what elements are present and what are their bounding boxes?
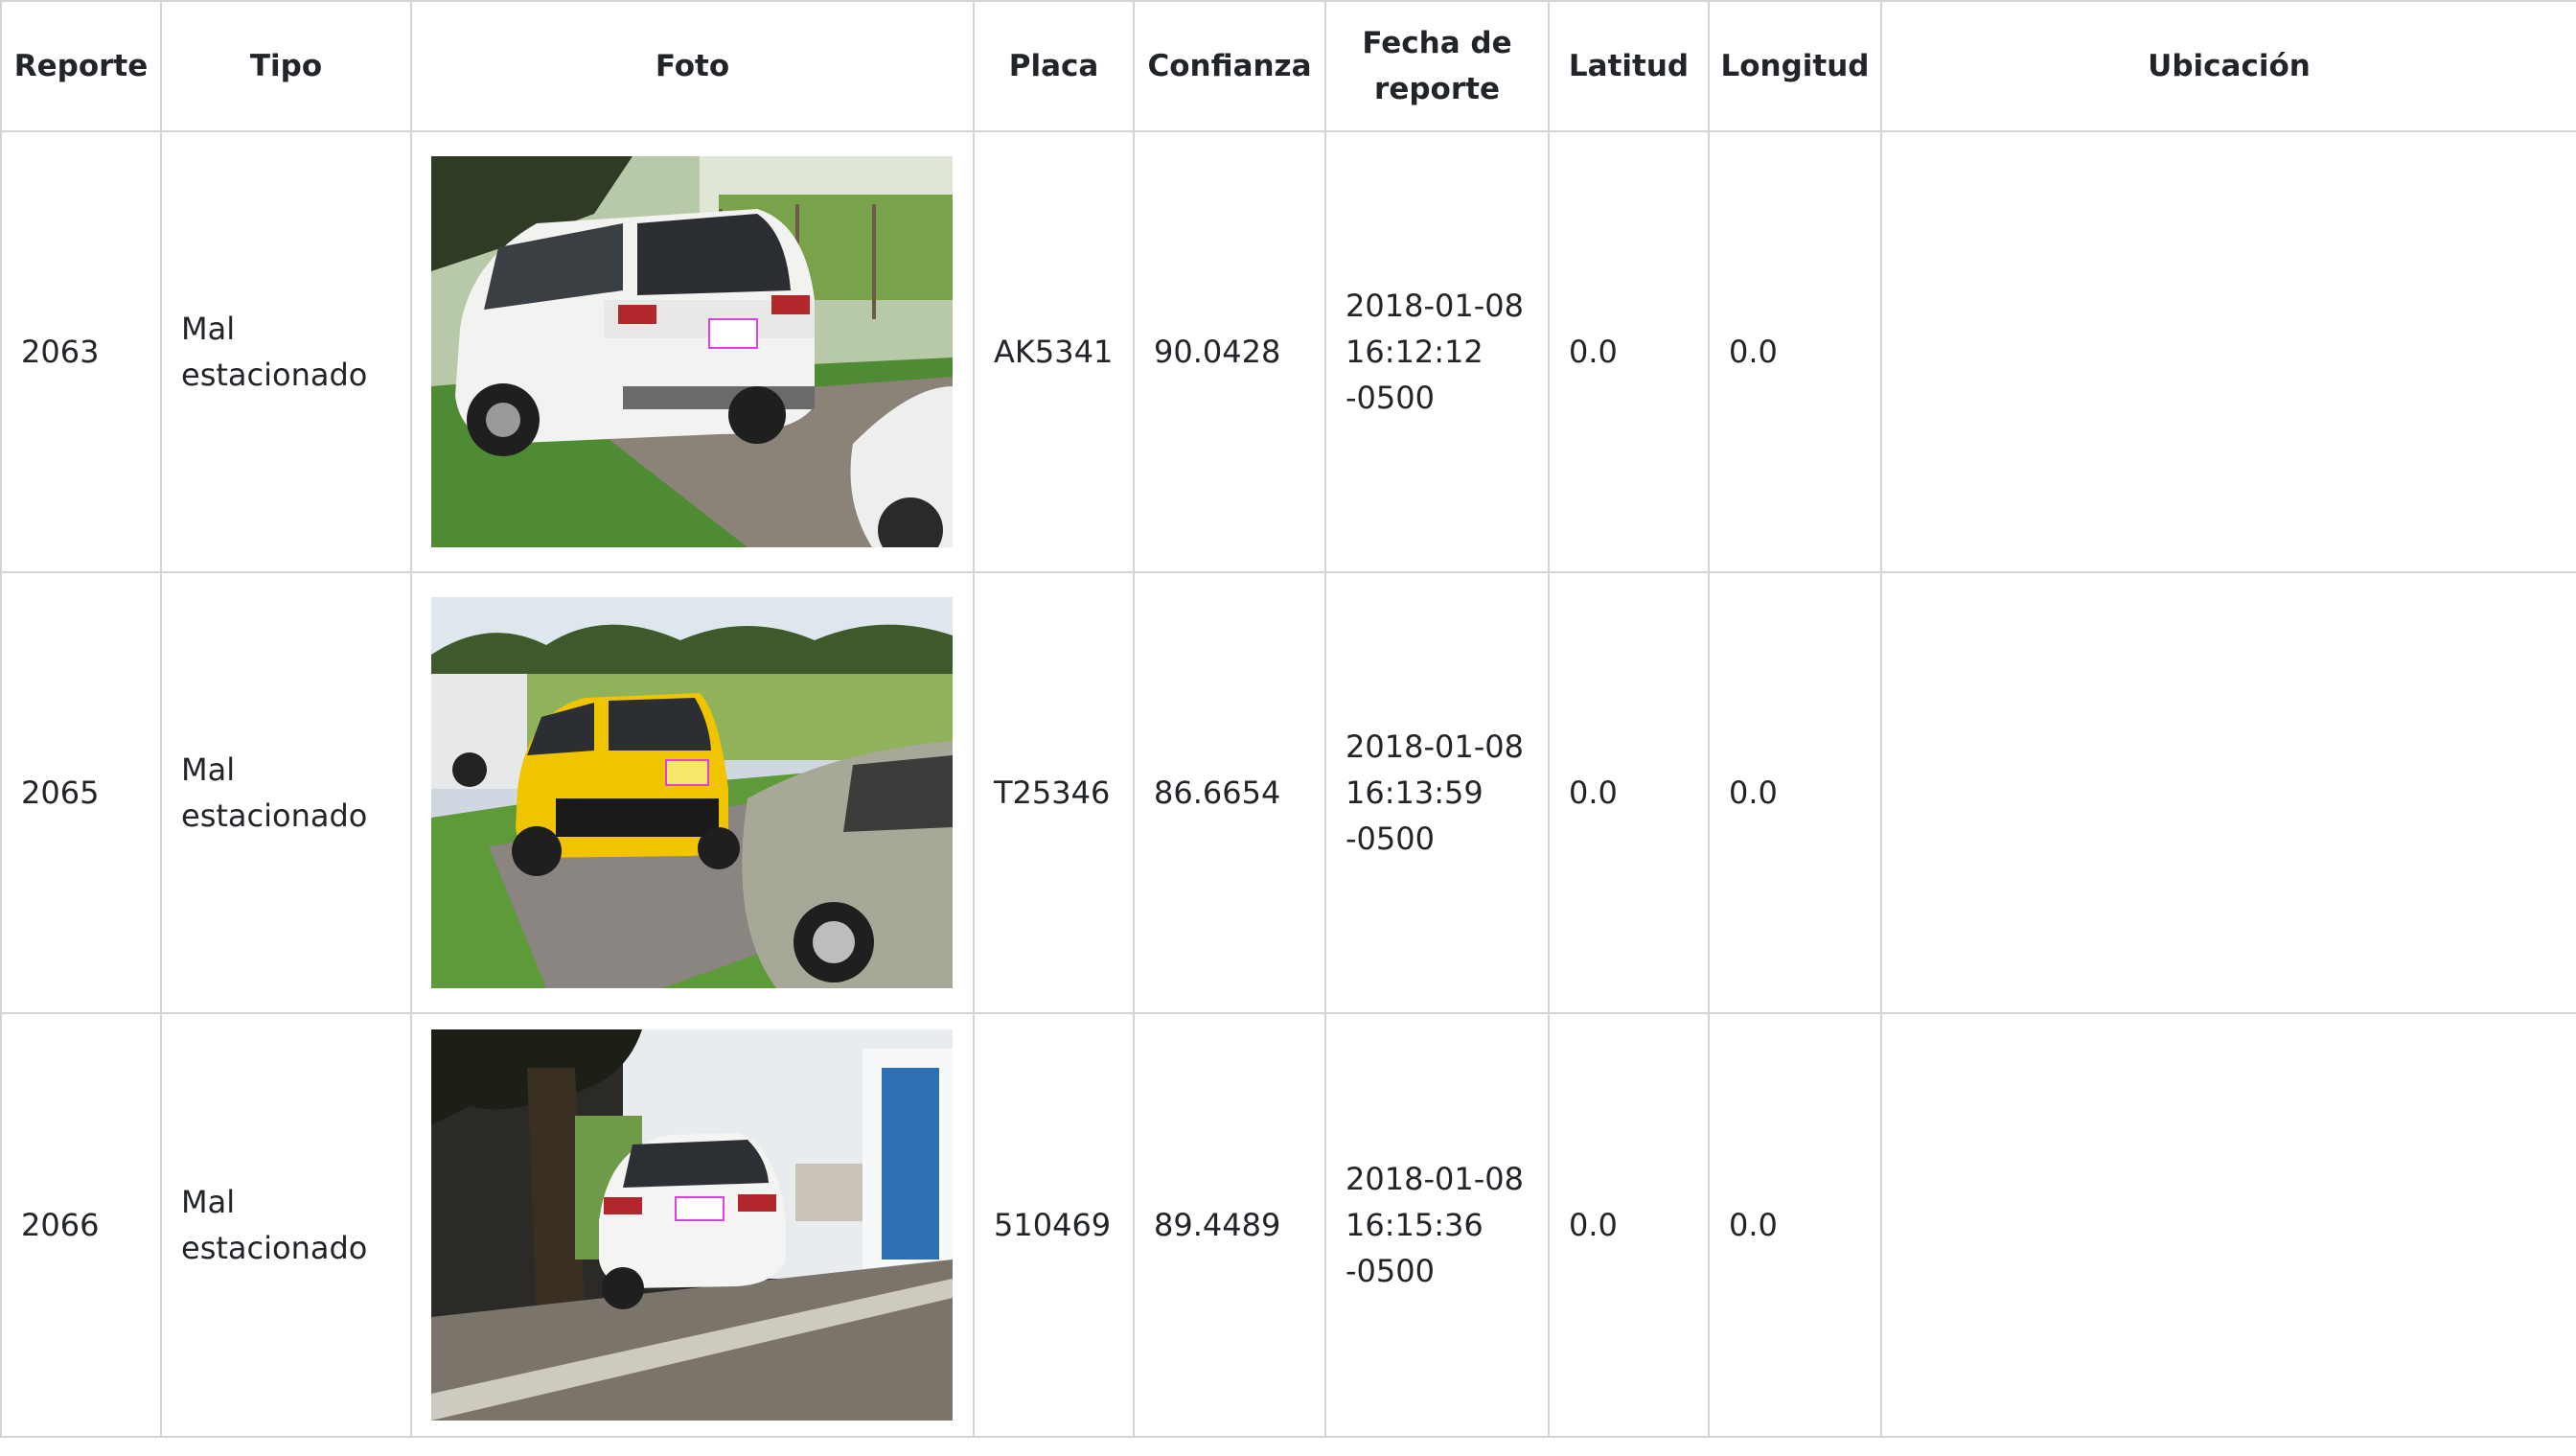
cell-tipo: Mal estacionado — [160, 571, 412, 1014]
cell-placa: AK5341 — [973, 130, 1135, 573]
header-foto: Foto — [410, 0, 975, 132]
cell-fecha-line1: 2018-01-08 — [1346, 288, 1524, 324]
cell-fecha-line2: 16:15:36 — [1346, 1207, 1484, 1243]
white-suv-photo-graphic — [431, 156, 953, 547]
cell-fecha: 2018-01-08 16:15:36 -0500 — [1324, 1012, 1550, 1438]
cell-tipo: Mal estacionado — [160, 130, 412, 573]
header-placa: Placa — [973, 0, 1135, 132]
white-sedan-parked-photo[interactable] — [431, 1029, 953, 1421]
cell-latitud: 0.0 — [1548, 1012, 1710, 1438]
reports-table: Reporte Tipo Foto Placa Confianza Fecha … — [0, 0, 2576, 1438]
cell-fecha-line3: -0500 — [1346, 380, 1435, 416]
cell-tipo-line1: Mal — [181, 311, 236, 347]
header-row: Reporte Tipo Foto Placa Confianza Fecha … — [0, 0, 2576, 132]
cell-fecha-line1: 2018-01-08 — [1346, 728, 1524, 765]
cell-fecha-line3: -0500 — [1346, 820, 1435, 857]
cell-foto — [410, 130, 975, 573]
cell-tipo-line2: estacionado — [181, 1230, 368, 1266]
table-row: 2065 Mal estacionado T25346 86.6654 2018… — [0, 571, 2576, 1014]
cell-reporte: 2063 — [0, 130, 162, 573]
cell-latitud: 0.0 — [1548, 130, 1710, 573]
cell-ubicacion — [1880, 1012, 2576, 1438]
header-fecha-line2: reporte — [1374, 72, 1500, 106]
cell-fecha-line2: 16:13:59 — [1346, 774, 1484, 811]
cell-tipo-line1: Mal — [181, 1184, 236, 1220]
cell-tipo-line2: estacionado — [181, 357, 368, 393]
header-fecha: Fecha de reporte — [1324, 0, 1550, 132]
cell-tipo-line1: Mal — [181, 751, 236, 788]
cell-fecha-line3: -0500 — [1346, 1253, 1435, 1289]
white-suv-parked-photo[interactable] — [431, 156, 953, 547]
yellow-taxi-photo-graphic — [431, 597, 953, 988]
white-sedan-photo-graphic — [431, 1029, 953, 1421]
cell-placa: 510469 — [973, 1012, 1135, 1438]
cell-latitud: 0.0 — [1548, 571, 1710, 1014]
yellow-taxi-parked-photo[interactable] — [431, 597, 953, 988]
table-row: 2063 Mal estacionado AK5341 90.0428 2018… — [0, 130, 2576, 573]
cell-ubicacion — [1880, 571, 2576, 1014]
cell-confianza: 89.4489 — [1133, 1012, 1326, 1438]
cell-confianza: 90.0428 — [1133, 130, 1326, 573]
cell-reporte: 2066 — [0, 1012, 162, 1438]
cell-longitud: 0.0 — [1708, 571, 1882, 1014]
cell-tipo: Mal estacionado — [160, 1012, 412, 1438]
cell-placa: T25346 — [973, 571, 1135, 1014]
header-longitud: Longitud — [1708, 0, 1882, 132]
cell-confianza: 86.6654 — [1133, 571, 1326, 1014]
header-reporte: Reporte — [0, 0, 162, 132]
header-latitud: Latitud — [1548, 0, 1710, 132]
cell-ubicacion — [1880, 130, 2576, 573]
header-confianza: Confianza — [1133, 0, 1326, 132]
header-tipo: Tipo — [160, 0, 412, 132]
cell-longitud: 0.0 — [1708, 130, 1882, 573]
cell-longitud: 0.0 — [1708, 1012, 1882, 1438]
cell-foto — [410, 571, 975, 1014]
cell-fecha: 2018-01-08 16:12:12 -0500 — [1324, 130, 1550, 573]
cell-fecha-line1: 2018-01-08 — [1346, 1161, 1524, 1197]
header-fecha-line1: Fecha de — [1362, 26, 1512, 60]
cell-fecha: 2018-01-08 16:13:59 -0500 — [1324, 571, 1550, 1014]
cell-foto — [410, 1012, 975, 1438]
header-ubicacion: Ubicación — [1880, 0, 2576, 132]
cell-tipo-line2: estacionado — [181, 797, 368, 834]
cell-reporte: 2065 — [0, 571, 162, 1014]
cell-fecha-line2: 16:12:12 — [1346, 334, 1484, 370]
table-row: 2066 Mal estacionado 510469 89.4489 2018… — [0, 1012, 2576, 1438]
